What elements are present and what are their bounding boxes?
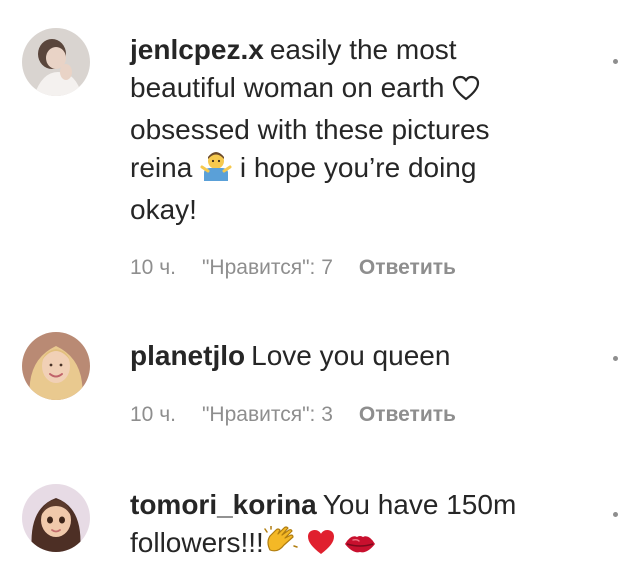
comment-time[interactable]: 10 ч. bbox=[130, 403, 176, 426]
reply-button[interactable]: Ответить bbox=[359, 256, 456, 279]
comment-body: planetjlo Love you queen bbox=[130, 337, 570, 375]
comment-body: tomori_korina You have 150m followers!!! bbox=[130, 486, 570, 566]
comment-meta: 10 ч. "Нравится": 7 Ответить bbox=[130, 256, 482, 280]
comment-text: obsessed with these pictures bbox=[130, 114, 490, 145]
more-options-icon[interactable] bbox=[613, 59, 618, 64]
kiss-lips-emoji-icon bbox=[343, 528, 377, 566]
comment-text: followers!!! bbox=[130, 527, 264, 558]
avatar[interactable] bbox=[22, 332, 90, 400]
more-options-icon[interactable] bbox=[613, 356, 618, 361]
comment-username[interactable]: planetjlo bbox=[130, 340, 245, 371]
avatar[interactable] bbox=[22, 484, 90, 552]
comment-text: beautiful woman on earth bbox=[130, 72, 445, 103]
comment-text: easily the most bbox=[269, 34, 457, 65]
comment-time[interactable]: 10 ч. bbox=[130, 256, 176, 279]
person-gesturing-emoji-icon bbox=[200, 151, 232, 191]
comment-text: okay! bbox=[130, 194, 197, 225]
red-heart-emoji-icon bbox=[306, 528, 336, 566]
comment-text: reina bbox=[130, 152, 193, 183]
comment-likes[interactable]: "Нравится": 7 bbox=[202, 256, 333, 279]
comment-text: i hope you’re doing bbox=[239, 152, 477, 183]
more-options-icon[interactable] bbox=[613, 512, 618, 517]
clapping-hands-emoji-icon bbox=[264, 525, 298, 566]
comment-username[interactable]: tomori_korina bbox=[130, 489, 317, 520]
comment-meta: 10 ч. "Нравится": 3 Ответить bbox=[130, 403, 482, 427]
comment-username[interactable]: jenlcpez.x bbox=[130, 34, 264, 65]
white-heart-emoji-icon bbox=[452, 73, 480, 111]
comment-likes[interactable]: "Нравится": 3 bbox=[202, 403, 333, 426]
comment-text: Love you queen bbox=[251, 340, 451, 371]
reply-button[interactable]: Ответить bbox=[359, 403, 456, 426]
avatar[interactable] bbox=[22, 28, 90, 96]
comment-body: jenlcpez.x easily the most beautiful woma… bbox=[130, 31, 570, 229]
comment-text: You have 150m bbox=[322, 489, 517, 520]
